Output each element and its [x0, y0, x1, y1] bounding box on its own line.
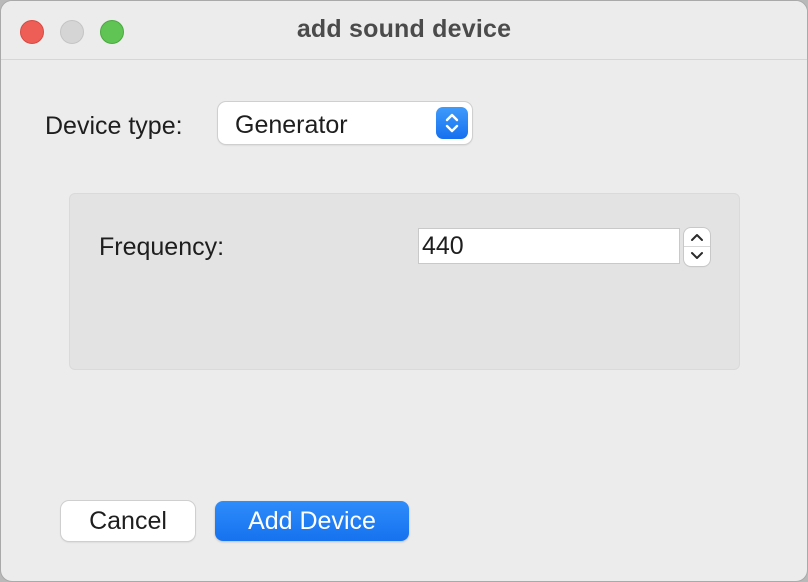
- frequency-stepper[interactable]: [684, 228, 710, 266]
- dialog-window: add sound device Device type: Generator …: [0, 0, 808, 582]
- step-down-button[interactable]: [684, 247, 710, 265]
- device-settings-panel: [69, 193, 740, 370]
- device-type-select[interactable]: Generator: [218, 102, 472, 144]
- device-type-label: Device type:: [45, 112, 183, 140]
- device-type-value: Generator: [235, 111, 348, 139]
- frequency-value: 440: [422, 232, 464, 260]
- cancel-button[interactable]: Cancel: [61, 501, 195, 541]
- chevron-up-down-icon: [436, 107, 468, 139]
- chevron-up-icon: [691, 234, 703, 241]
- frequency-label: Frequency:: [99, 233, 225, 261]
- add-device-button[interactable]: Add Device: [215, 501, 409, 541]
- chevron-down-icon: [691, 252, 703, 259]
- step-up-button[interactable]: [684, 228, 710, 246]
- window-title: add sound device: [296, 15, 512, 43]
- title-bar: add sound device: [1, 1, 807, 60]
- frequency-input[interactable]: 440: [418, 228, 680, 264]
